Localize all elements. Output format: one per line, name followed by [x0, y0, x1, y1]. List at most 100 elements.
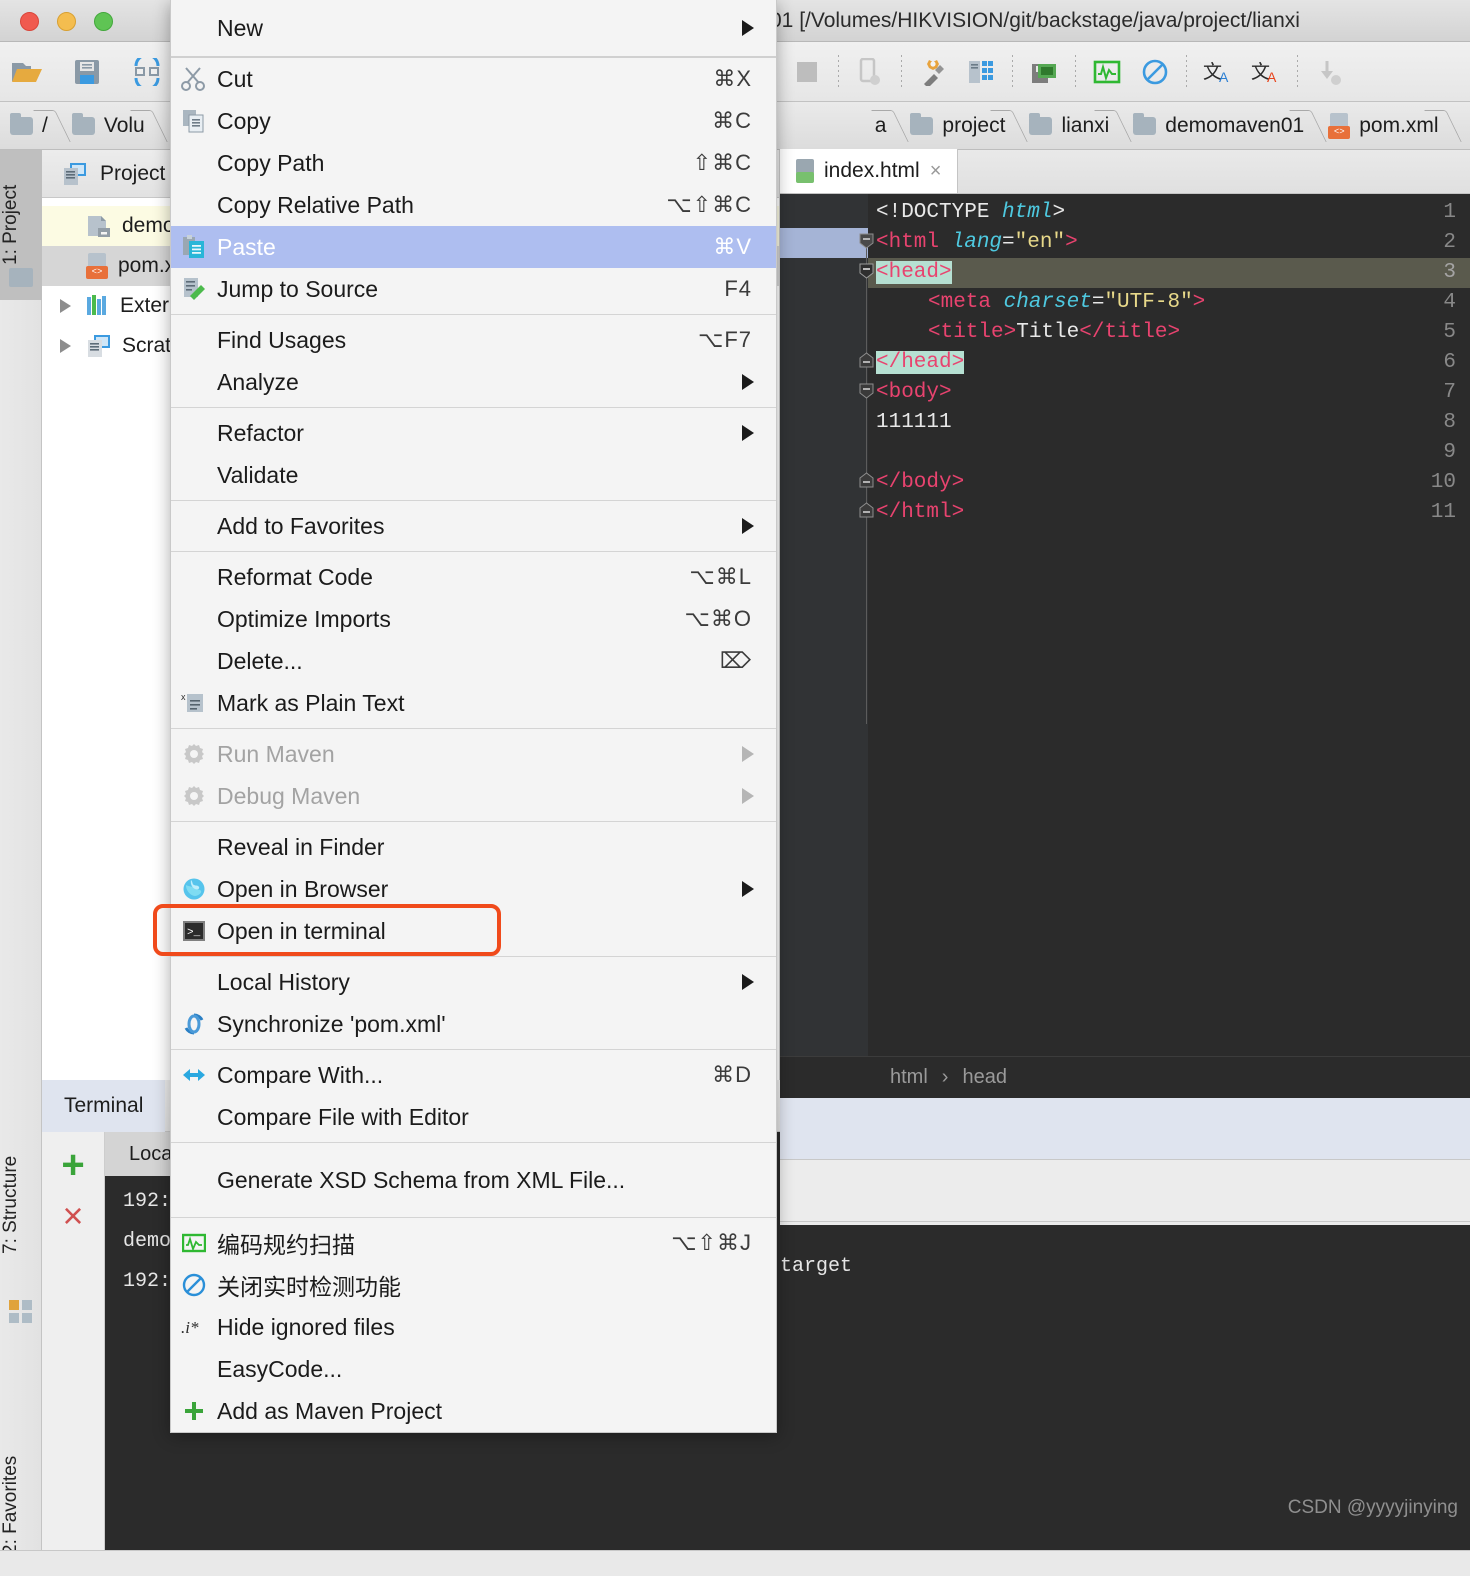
- menu-item-refactor[interactable]: Refactor: [171, 412, 776, 454]
- breadcrumb-item-demomaven01[interactable]: demomaven01: [1123, 102, 1318, 150]
- menu-item-label: Add to Favorites: [217, 512, 385, 539]
- window-title: 01 [/Volumes/HIKVISION/git/backstage/jav…: [770, 9, 1300, 32]
- android-device-icon[interactable]: [853, 55, 887, 89]
- editor-tabstrip: index.html ×: [780, 149, 1470, 194]
- tool-window-subtab-row: [780, 1160, 1470, 1222]
- menu-item-validate[interactable]: Validate: [171, 454, 776, 496]
- submenu-arrow-icon: [742, 974, 754, 990]
- line-number: 10: [1430, 471, 1456, 494]
- menu-item-paste[interactable]: Paste ⌘V: [171, 226, 776, 268]
- terminal-output-right[interactable]: target CSDN @yyyyjinying: [780, 1225, 1470, 1551]
- menu-item-delete[interactable]: Delete... ⌦: [171, 640, 776, 682]
- sync-refresh-icon[interactable]: [130, 55, 164, 89]
- globe-icon: [171, 877, 217, 901]
- breadcrumb-item-java[interactable]: a: [865, 102, 901, 150]
- breadcrumb-item-lianxi[interactable]: lianxi: [1019, 102, 1123, 150]
- menu-item-disable-realtime-detection[interactable]: 关闭实时检测功能: [171, 1264, 776, 1306]
- menu-item-shortcut: F4: [724, 276, 752, 301]
- menu-item-label: Hide ignored files: [217, 1313, 395, 1340]
- breadcrumb-item-project[interactable]: project: [900, 102, 1019, 150]
- save-icon[interactable]: [70, 55, 104, 89]
- menu-item-synchronize[interactable]: Synchronize 'pom.xml': [171, 1003, 776, 1045]
- menu-item-jump-to-source[interactable]: Jump to Source F4: [171, 268, 776, 310]
- menu-item-easycode[interactable]: EasyCode...: [171, 1348, 776, 1390]
- menu-item-generate-xsd-schema[interactable]: Generate XSD Schema from XML File...: [171, 1147, 776, 1213]
- menu-item-reveal-in-finder[interactable]: Reveal in Finder: [171, 826, 776, 868]
- breadcrumb-item-volumes[interactable]: Volu: [62, 102, 159, 150]
- menu-item-label: Run Maven: [217, 740, 335, 767]
- menu-item-optimize-imports[interactable]: Optimize Imports ⌥⌘O: [171, 598, 776, 640]
- menu-item-label: 关闭实时检测功能: [217, 1274, 401, 1300]
- menu-item-reformat-code[interactable]: Reformat Code ⌥⌘L: [171, 556, 776, 598]
- chevron-right-icon[interactable]: [60, 299, 71, 313]
- menu-item-mark-as-plain-text[interactable]: x Mark as Plain Text: [171, 682, 776, 724]
- project-panel-title: Project: [100, 161, 166, 185]
- translate-blue-icon[interactable]: 文A: [1201, 55, 1235, 89]
- menu-item-find-usages[interactable]: Find Usages ⌥F7: [171, 319, 776, 361]
- breadcrumb-item-root[interactable]: /: [0, 102, 62, 150]
- terminal-output-text: target: [780, 1255, 853, 1278]
- maximize-window-button[interactable]: [94, 12, 113, 31]
- menu-item-copy-path[interactable]: Copy Path ⇧⌘C: [171, 142, 776, 184]
- close-terminal-session-button[interactable]: ×: [62, 1198, 83, 1234]
- editor-breadcrumb-html[interactable]: html: [890, 1066, 928, 1089]
- code-scan-icon[interactable]: [1090, 55, 1124, 89]
- translate-red-icon[interactable]: 文A: [1249, 55, 1283, 89]
- menu-item-open-in-terminal[interactable]: >_ Open in terminal: [153, 904, 776, 956]
- sidebar-item-structure[interactable]: 7: Structure: [0, 1110, 42, 1300]
- menu-item-copy-relative-path[interactable]: Copy Relative Path ⌥⇧⌘C: [171, 184, 776, 226]
- line-number: 3: [1443, 261, 1456, 284]
- terminal-side-actions: + ×: [42, 1132, 105, 1576]
- menu-item-compare-file-with-editor[interactable]: Compare File with Editor: [171, 1096, 776, 1138]
- code-editor[interactable]: 1 2 3 4 5 6 7 8 9 10 11 <!DOCTYPE html> …: [780, 194, 1470, 1056]
- caret-row-highlight: [868, 258, 1470, 288]
- menu-item-hide-ignored-files[interactable]: .i* Hide ignored files: [171, 1306, 776, 1348]
- context-menu[interactable]: New Cut ⌘X Copy ⌘C Copy Path ⇧⌘C Copy Re: [153, 0, 777, 1433]
- download-icon[interactable]: [1312, 55, 1346, 89]
- menu-item-add-to-favorites[interactable]: Add to Favorites: [171, 505, 776, 547]
- sdk-manager-icon[interactable]: [916, 55, 950, 89]
- menu-item-label: 编码规约扫描: [217, 1232, 355, 1258]
- menu-item-label: Local History: [217, 968, 350, 995]
- menu-item-analyze[interactable]: Analyze: [171, 361, 776, 403]
- menu-item-label: Copy Relative Path: [217, 191, 414, 218]
- profiler-icon[interactable]: [1027, 55, 1061, 89]
- editor-breadcrumb-head[interactable]: head: [962, 1066, 1007, 1089]
- menu-item-open-in-browser[interactable]: Open in Browser: [171, 868, 776, 910]
- menu-item-local-history[interactable]: Local History: [171, 961, 776, 1003]
- breadcrumb-item-pomxml[interactable]: <> pom.xml: [1318, 102, 1452, 150]
- stop-icon[interactable]: [790, 55, 824, 89]
- menu-item-add-as-maven-project[interactable]: Add as Maven Project: [171, 1390, 776, 1432]
- close-icon[interactable]: ×: [930, 160, 942, 183]
- menu-item-label: Refactor: [217, 419, 304, 446]
- menu-item-label: Optimize Imports: [217, 605, 391, 632]
- fold-marker-icon[interactable]: [858, 472, 875, 489]
- breadcrumb-label: pom.xml: [1359, 113, 1439, 137]
- fold-marker-icon[interactable]: [858, 502, 875, 519]
- fold-marker-icon[interactable]: [858, 382, 875, 399]
- menu-item-cut[interactable]: Cut ⌘X: [171, 58, 776, 100]
- add-terminal-session-button[interactable]: +: [61, 1145, 84, 1185]
- menu-item-compare-with[interactable]: Compare With... ⌘D: [171, 1054, 776, 1096]
- menu-item-shortcut: ⌦: [719, 648, 752, 673]
- folder-icon: [1133, 112, 1157, 135]
- menu-item-new[interactable]: New: [171, 0, 776, 56]
- fold-marker-icon[interactable]: [858, 352, 875, 369]
- minimize-window-button[interactable]: [57, 12, 76, 31]
- fold-marker-icon[interactable]: [858, 262, 875, 279]
- open-folder-icon[interactable]: [10, 55, 44, 89]
- disable-inspection-icon[interactable]: [1138, 55, 1172, 89]
- menu-item-code-convention-scan[interactable]: 编码规约扫描 ⌥⇧⌘J: [171, 1222, 776, 1264]
- gutter-line-highlight: [780, 228, 868, 258]
- avd-manager-icon[interactable]: [964, 55, 998, 89]
- module-icon: [86, 213, 112, 239]
- tab-index-html[interactable]: index.html ×: [780, 149, 959, 193]
- tab-terminal[interactable]: Terminal: [42, 1079, 166, 1132]
- folder-icon: [10, 112, 33, 135]
- fold-marker-icon[interactable]: [858, 232, 875, 249]
- tab-label: index.html: [824, 159, 920, 182]
- folder-icon: [1029, 112, 1053, 135]
- menu-item-copy[interactable]: Copy ⌘C: [171, 100, 776, 142]
- close-window-button[interactable]: [20, 12, 39, 31]
- chevron-right-icon[interactable]: [60, 339, 71, 353]
